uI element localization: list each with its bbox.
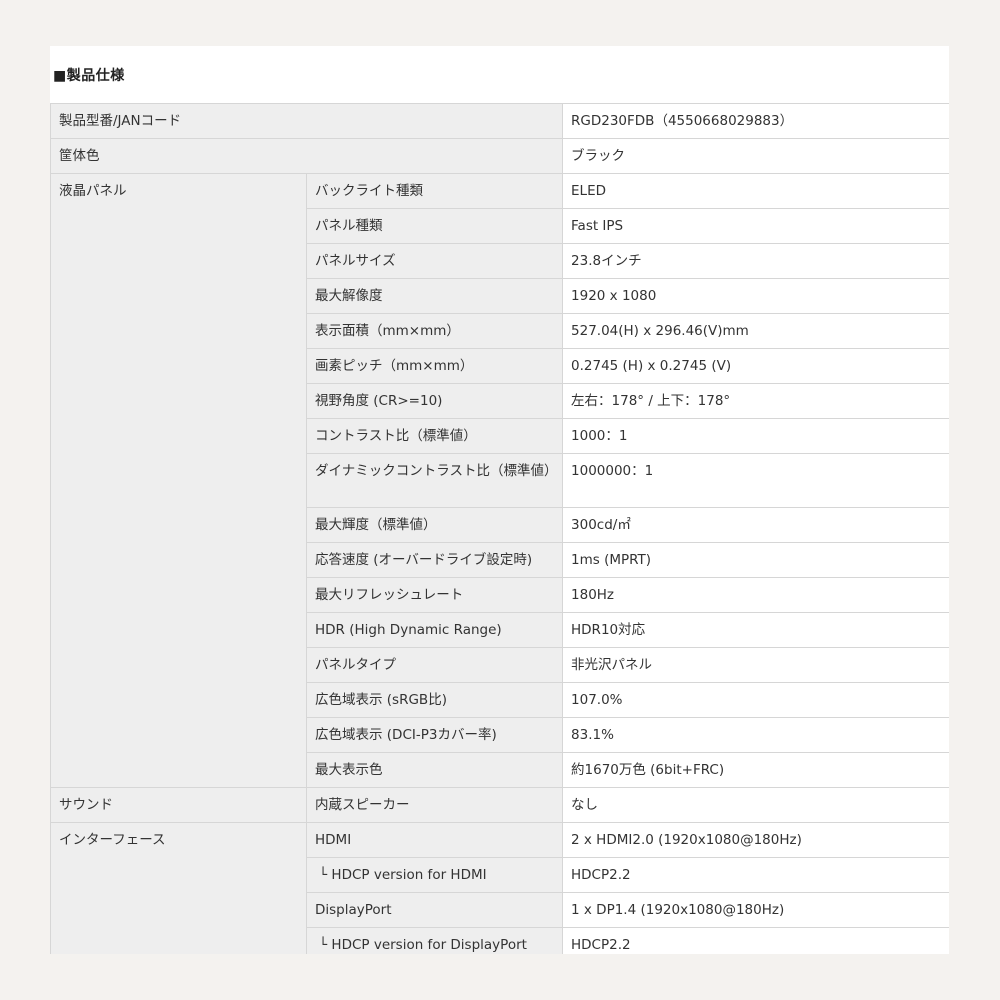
spec-subcategory: 最大表示色 <box>305 752 564 788</box>
spec-subcategory: ダイナミックコントラスト比（標準値） <box>305 453 564 508</box>
spec-value: HDCP2.2 <box>562 857 949 893</box>
spec-subcategory: 内蔵スピーカー <box>305 787 564 823</box>
spec-subcategory: パネル種類 <box>305 208 564 244</box>
spec-value: 23.8インチ <box>562 243 949 279</box>
spec-subcategory: DisplayPort <box>305 892 564 928</box>
spec-value: HDR10対応 <box>562 612 949 648</box>
spec-subcategory: └ HDCP version for HDMI <box>305 857 564 893</box>
spec-value: Fast IPS <box>562 208 949 244</box>
spec-subcategory: 表示面積（mm×mm） <box>305 313 564 349</box>
spec-subcategory: パネルサイズ <box>305 243 564 279</box>
spec-value: 左右：178° / 上下：178° <box>562 383 949 419</box>
spec-value: 1920 x 1080 <box>562 278 949 314</box>
spec-category: 筐体色 <box>50 138 564 174</box>
spec-category: 製品型番/JANコード <box>50 103 564 139</box>
spec-panel: ■製品仕様 製品型番/JANコード RGD230FDB（455066802988… <box>50 46 949 954</box>
spec-subcategory: コントラスト比（標準値） <box>305 418 564 454</box>
spec-subcategory: └ HDCP version for DisplayPort <box>305 927 564 954</box>
spec-subcategory: バックライト種類 <box>305 173 564 209</box>
spec-subcategory: パネルタイプ <box>305 647 564 683</box>
spec-subcategory: HDMI <box>305 822 564 858</box>
table-row: 製品型番/JANコード RGD230FDB（4550668029883） <box>50 103 949 139</box>
spec-category: インターフェース <box>50 822 307 954</box>
spec-subcategory: 最大輝度（標準値） <box>305 507 564 543</box>
table-row: 筐体色 ブラック <box>50 138 949 174</box>
spec-value: 約1670万色 (6bit+FRC) <box>562 752 949 788</box>
spec-category: サウンド <box>50 787 307 823</box>
spec-value: 527.04(H) x 296.46(V)mm <box>562 313 949 349</box>
spec-value: 1000000：1 <box>562 453 949 508</box>
spec-value: ブラック <box>562 138 949 174</box>
spec-subcategory: 広色域表示 (DCI-P3カバー率) <box>305 717 564 753</box>
spec-value: 1000：1 <box>562 418 949 454</box>
spec-subcategory: 応答速度 (オーバードライブ設定時) <box>305 542 564 578</box>
spec-value: 300cd/㎡ <box>562 507 949 543</box>
spec-value: 83.1% <box>562 717 949 753</box>
spec-subcategory: 最大解像度 <box>305 278 564 314</box>
spec-value: 2 x HDMI2.0 (1920x1080@180Hz) <box>562 822 949 858</box>
spec-subcategory: HDR (High Dynamic Range) <box>305 612 564 648</box>
spec-category: 液晶パネル <box>50 173 307 788</box>
spec-subcategory: 視野角度 (CR>=10) <box>305 383 564 419</box>
spec-value: なし <box>562 787 949 823</box>
spec-value: RGD230FDB（4550668029883） <box>562 103 949 139</box>
spec-subcategory: 広色域表示 (sRGB比) <box>305 682 564 718</box>
spec-value: 1 x DP1.4 (1920x1080@180Hz) <box>562 892 949 928</box>
spec-subcategory: 最大リフレッシュレート <box>305 577 564 613</box>
spec-value: 1ms (MPRT) <box>562 542 949 578</box>
spec-value: ELED <box>562 173 949 209</box>
spec-value: 非光沢パネル <box>562 647 949 683</box>
table-row: インターフェース HDMI 2 x HDMI2.0 (1920x1080@180… <box>50 822 949 954</box>
spec-value: HDCP2.2 <box>562 927 949 954</box>
spec-subcategory: 画素ピッチ（mm×mm） <box>305 348 564 384</box>
spec-value: 0.2745 (H) x 0.2745 (V) <box>562 348 949 384</box>
section-heading: ■製品仕様 <box>53 68 125 84</box>
spec-table: 製品型番/JANコード RGD230FDB（4550668029883） 筐体色… <box>50 103 949 954</box>
table-row: サウンド 内蔵スピーカー なし <box>50 787 949 823</box>
spec-value: 180Hz <box>562 577 949 613</box>
table-row: 液晶パネル バックライト種類 ELED <box>50 173 949 788</box>
spec-value: 107.0% <box>562 682 949 718</box>
